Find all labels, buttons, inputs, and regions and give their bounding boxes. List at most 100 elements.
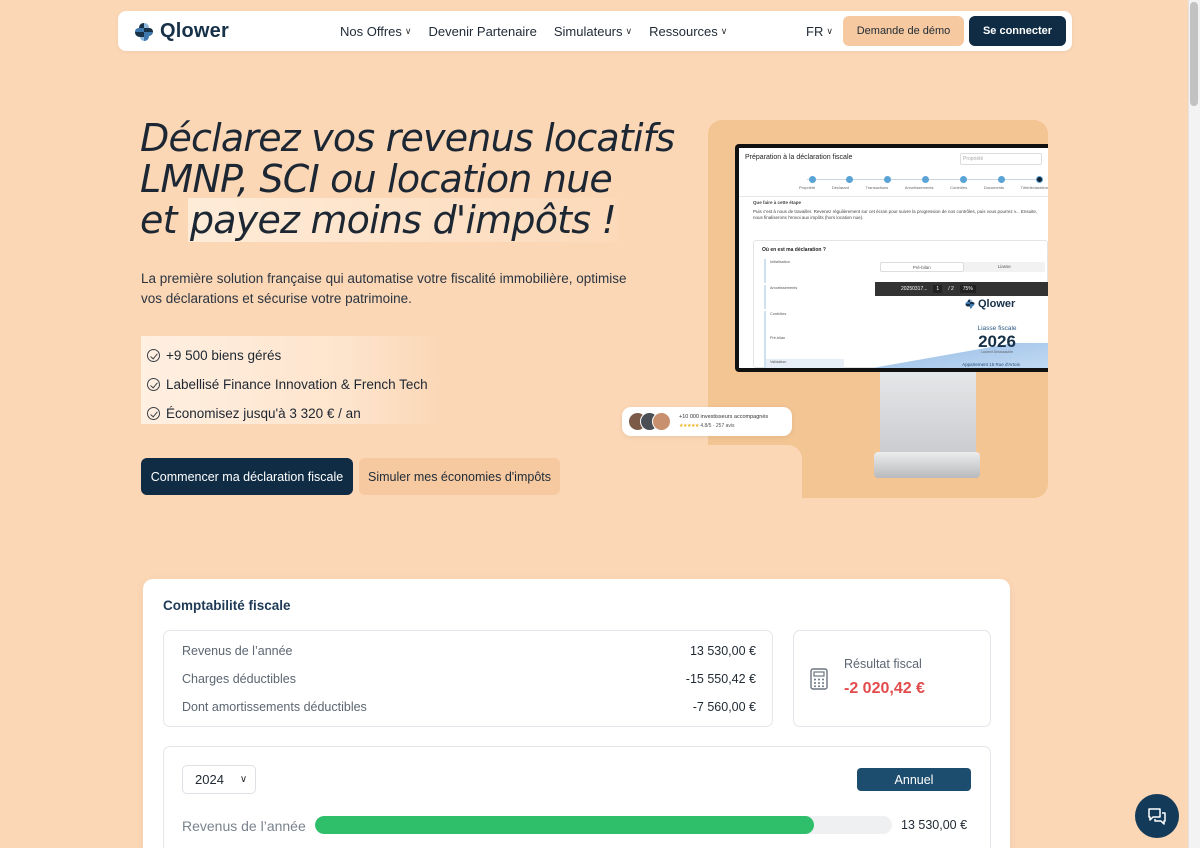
summary-value: 13 530,00 €	[689, 644, 756, 658]
stepper-dot	[809, 176, 816, 183]
start-declaration-button[interactable]: Commencer ma déclaration fiscale	[141, 458, 353, 495]
hero-title-line2: LMNP, SCI ou location nue	[140, 157, 613, 201]
panel-tabs: Pré-bilan Liasse	[880, 262, 1045, 272]
summary-label: Charges déductibles	[182, 672, 296, 686]
badge-rating-text: 4.8/5 · 257 avis	[700, 423, 735, 429]
illustration-cutout	[700, 445, 802, 505]
tab-liasse: Liasse	[997, 264, 1011, 269]
summary-value: -15 550,42 €	[685, 672, 756, 686]
feature-text: +9 500 biens gérés	[166, 348, 282, 363]
year-select[interactable]: 2024 ∨	[182, 765, 256, 794]
monitor-stand	[880, 368, 976, 456]
year-value: 2024	[195, 772, 224, 787]
monitor-stand-base	[874, 452, 980, 478]
summary-row: Charges déductibles -15 550,42 €	[182, 672, 756, 690]
stepper-dot	[846, 176, 853, 183]
summary-row: Dont amortissements déductibles -7 560,00…	[182, 700, 756, 718]
screen-info: Que faire à cette étape Puis c'est à nou…	[753, 200, 1044, 221]
stepper-dot	[998, 176, 1005, 183]
page-scrollbar[interactable]	[1188, 0, 1200, 848]
chat-button[interactable]	[1135, 794, 1179, 838]
check-circle-icon	[147, 349, 160, 362]
screen-info-title: Que faire à cette étape	[753, 200, 802, 205]
nav-partenaire[interactable]: Devenir Partenaire	[428, 24, 536, 39]
language-label: FR	[806, 23, 824, 39]
demo-request-button[interactable]: Demande de démo	[843, 16, 964, 46]
stepper-dot	[884, 176, 891, 183]
nav-ressources[interactable]: Ressources ∨	[649, 24, 727, 39]
navbar: Qlower Nos Offres ∨ Devenir Partenaire Si…	[118, 11, 1072, 51]
step-label: Amortissements	[904, 185, 934, 190]
logo[interactable]: Qlower	[134, 20, 229, 43]
hero-title: Déclarez vos revenus locatifs LMNP, SCI …	[140, 118, 675, 242]
pdf-owner: Laurent Delassauble	[980, 350, 1014, 354]
avatar	[652, 412, 671, 431]
pdf-liasse-label: Liasse fiscale	[977, 325, 1017, 332]
feature-text: Labellisé Finance Innovation & French Te…	[166, 377, 428, 392]
fiscal-result-box: Résultat fiscal -2 020,42 €	[793, 630, 991, 727]
revenue-bar-track	[315, 816, 892, 834]
stepper-dot	[922, 176, 929, 183]
accounting-summary: Revenus de l’année 13 530,00 € Charges dé…	[163, 630, 773, 727]
screen-info-text: Puis c'est à nous de travailler. Revenez…	[753, 209, 1038, 220]
stepper-dot-active	[1036, 176, 1043, 183]
chevron-down-icon: ∨	[826, 25, 833, 36]
login-button[interactable]: Se connecter	[969, 16, 1066, 46]
panel-item: Contrôles	[764, 311, 844, 335]
pdf-filename: 20250317...	[901, 286, 928, 292]
step-label: Déclarant	[831, 185, 849, 190]
app-screenshot: Préparation à la déclaration fiscale Pro…	[739, 148, 1048, 368]
screen-search: Propriété	[960, 153, 1042, 165]
step-label: Propriété	[799, 185, 816, 190]
simulate-savings-button[interactable]: Simuler mes économies d'impôts	[359, 458, 560, 495]
panel-item: Initialisation	[764, 259, 844, 283]
nav-simulateurs[interactable]: Simulateurs ∨	[554, 24, 632, 39]
hero-title-highlight: payez moins d'impôts !	[187, 198, 618, 242]
revenue-bar-fill	[315, 816, 815, 834]
pdf-address: Appartement 15 Rue d'Artois	[962, 362, 1020, 367]
annual-revenue-panel: 2024 ∨ Annuel Revenus de l’année 13 530,0…	[163, 746, 991, 848]
summary-row: Revenus de l’année 13 530,00 €	[182, 644, 756, 662]
panel-item: Pré-bilan	[764, 335, 844, 359]
monitor-mockup: Préparation à la déclaration fiscale Pro…	[735, 144, 1048, 372]
feature-text: Économisez jusqu'à 3 320 € / an	[166, 406, 361, 421]
step-label: Transactions	[865, 185, 889, 190]
nav-offres-label: Nos Offres	[340, 23, 402, 39]
pdf-page: 1	[933, 285, 943, 293]
stepper-dot	[960, 176, 967, 183]
step-label: Télédéclaration	[1020, 185, 1048, 190]
pdf-year: 2026	[978, 332, 1016, 351]
hero-title-line3: et payez moins d'impôts !	[140, 198, 660, 242]
nav-simulateurs-label: Simulateurs	[553, 23, 623, 39]
logo-text: Qlower	[160, 20, 229, 42]
fiscal-result-label: Résultat fiscal	[844, 657, 922, 671]
pdf-zoom: 75%	[959, 285, 976, 293]
check-circle-icon	[147, 407, 160, 420]
fiscal-result-value: -2 020,42 €	[844, 680, 925, 697]
hero-subtitle: La première solution française qui autom…	[141, 271, 627, 306]
chevron-down-icon: ∨	[625, 25, 633, 36]
calculator-icon	[810, 668, 828, 690]
nav-offres[interactable]: Nos Offres ∨	[340, 24, 411, 39]
language-selector[interactable]: FR ∨	[806, 11, 833, 51]
revenue-bar-value: 13 530,00 €	[901, 818, 968, 832]
summary-value: -7 560,00 €	[692, 700, 756, 714]
screen-title: Préparation à la déclaration fiscale	[745, 154, 853, 161]
screen-divider	[739, 196, 1048, 197]
feature-list: +9 500 biens gérés Labellisé Finance Inn…	[141, 336, 441, 424]
check-circle-icon	[147, 378, 160, 391]
tab-prebilan: Pré-bilan	[880, 262, 964, 272]
feature-item: +9 500 biens gérés	[141, 341, 441, 370]
badge-rating: ★★★★★ 4.8/5 · 257 avis	[679, 423, 735, 429]
step-label: Documents	[983, 185, 1005, 190]
scrollbar-thumb[interactable]	[1190, 2, 1198, 106]
summary-label: Revenus de l’année	[182, 644, 293, 658]
annual-toggle-button[interactable]: Annuel	[857, 768, 971, 791]
nav-links: Nos Offres ∨ Devenir Partenaire Simulateu…	[340, 11, 727, 51]
accounting-card: Comptabilité fiscale Revenus de l’année 1…	[143, 579, 1010, 848]
pdf-logo-text: Qlower	[978, 298, 1016, 310]
nav-ressources-label: Ressources	[649, 23, 718, 39]
panel-title: Où en est ma déclaration ?	[762, 247, 826, 253]
revenue-bar-label: Revenus de l’année	[182, 818, 306, 834]
panel-item: Validation	[764, 359, 844, 368]
